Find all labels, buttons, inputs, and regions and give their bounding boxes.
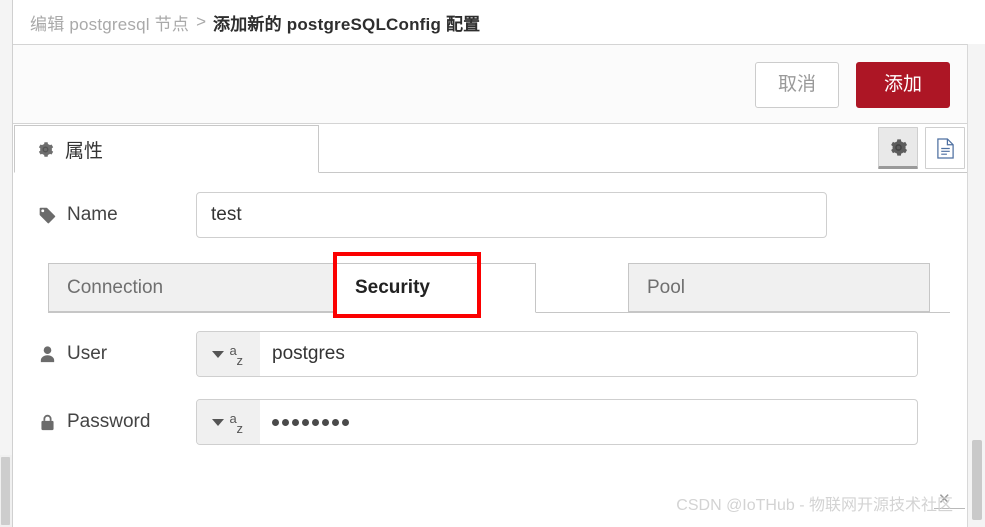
subtab-pool[interactable]: Pool — [628, 263, 930, 312]
watermark: CSDN @IoTHub - 物联网开源技术社区 — [676, 497, 953, 514]
chevron-down-icon — [211, 418, 224, 426]
password-mask-dot — [322, 418, 329, 426]
user-label-group: User — [38, 343, 196, 365]
dialog-toolbar: 取消 添加 — [13, 45, 967, 124]
user-icon — [38, 345, 57, 364]
password-label-group: Password — [38, 411, 196, 433]
add-button[interactable]: 添加 — [856, 62, 950, 108]
name-label: Name — [67, 204, 118, 225]
tab-properties[interactable]: 属性 — [14, 125, 319, 173]
user-typed-input: az postgres — [196, 331, 918, 377]
user-label: User — [67, 343, 108, 364]
string-type-icon: az — [229, 411, 244, 436]
chevron-down-icon — [211, 350, 224, 358]
form-row-password: Password az — [38, 399, 918, 445]
left-gutter — [0, 0, 13, 527]
dialog-header: 编辑 postgresql 节点 > 添加新的 postgreSQLConfig… — [13, 0, 985, 45]
main-tabstrip: 属性 — [14, 125, 967, 173]
description-icon — [936, 137, 954, 159]
password-mask-dot — [292, 418, 299, 426]
user-type-select[interactable]: az — [197, 332, 260, 376]
config-subtabs: Connection Security Pool — [48, 263, 950, 313]
password-mask-dot — [312, 418, 319, 426]
subtab-connection-label: Connection — [67, 276, 164, 298]
subtab-pool-label: Pool — [647, 276, 686, 298]
breadcrumb-previous[interactable]: 编辑 postgresql 节点 — [30, 10, 189, 35]
password-mask-dot — [272, 418, 279, 426]
lock-icon — [38, 413, 57, 432]
subtab-security[interactable]: Security — [336, 263, 536, 313]
user-input[interactable]: postgres — [260, 332, 917, 376]
cancel-button[interactable]: 取消 — [755, 62, 839, 108]
left-scrollbar-thumb[interactable] — [1, 457, 10, 525]
password-typed-input: az — [196, 399, 918, 445]
name-input[interactable]: test — [196, 192, 827, 238]
tag-icon — [38, 206, 57, 225]
string-type-icon: az — [229, 343, 244, 368]
tab-properties-label: 属性 — [65, 140, 104, 162]
password-input[interactable] — [260, 400, 349, 444]
subtab-security-label: Security — [355, 277, 430, 298]
config-dialog: 编辑 postgresql 节点 > 添加新的 postgreSQLConfig… — [0, 0, 985, 527]
password-mask-dot — [302, 418, 309, 426]
form-row-user: User az postgres — [38, 331, 918, 377]
breadcrumb-separator: > — [196, 12, 207, 31]
password-label: Password — [67, 411, 151, 432]
gear-icon — [37, 141, 54, 158]
description-icon-button[interactable] — [925, 127, 965, 169]
form-row-name: Name test — [38, 192, 827, 238]
right-scrollbar-thumb[interactable] — [972, 440, 982, 520]
password-mask-dot — [332, 418, 339, 426]
breadcrumb-current: 添加新的 postgreSQLConfig 配置 — [213, 14, 481, 34]
subtab-connection[interactable]: Connection — [48, 263, 336, 312]
password-mask-dot — [282, 418, 289, 426]
gear-icon-button[interactable] — [878, 127, 918, 169]
header-icon-buttons — [878, 127, 965, 169]
password-mask-dot — [342, 418, 349, 426]
gear-icon — [890, 138, 907, 156]
name-label-group: Name — [38, 204, 196, 226]
password-type-select[interactable]: az — [197, 400, 260, 444]
